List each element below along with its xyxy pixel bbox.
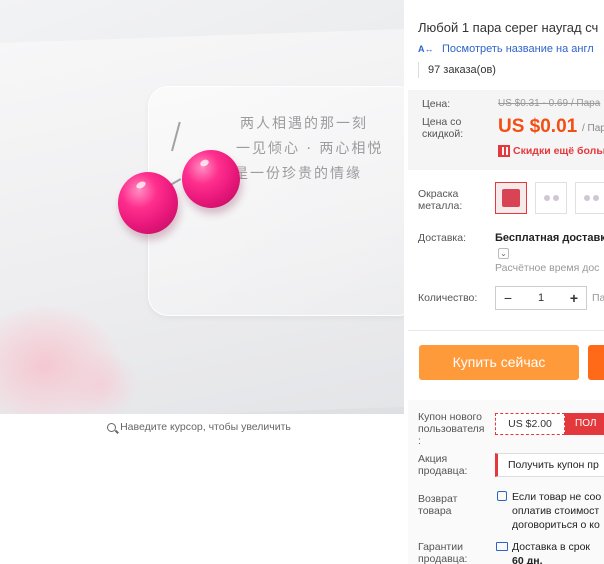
zoom-hint-text: Наведите курсор, чтобы увеличить <box>120 421 291 433</box>
quantity-input[interactable]: 1 <box>520 292 562 304</box>
image-poem-line: 两人相遇的那一刻 <box>240 116 368 132</box>
image-poem-line: 是一份珍贵的情缘 <box>234 166 362 182</box>
color-swatch-selected[interactable] <box>495 182 527 214</box>
shipping-option: Доставка: Бесплатная доставк ⌄ Расчётное… <box>404 232 604 278</box>
quantity-option: Количество: − 1 + Па <box>404 286 604 312</box>
earring-ball <box>118 172 178 234</box>
get-coupon-button[interactable]: ПОЛ <box>565 413 604 435</box>
divider <box>408 330 604 331</box>
original-price: US $0.31 - 0.69 / Пара <box>498 98 601 109</box>
more-discounts-link[interactable]: Скидки ещё больш <box>513 145 604 157</box>
shipping-label: Доставка: <box>418 232 467 244</box>
price-unit: / Пар <box>582 123 604 134</box>
quantity-increase-button[interactable]: + <box>562 287 586 309</box>
discount-price: US $0.01 <box>498 116 578 137</box>
metal-color-option: Окраска металла: <box>404 182 604 222</box>
image-poem-line: 一见倾心 · 两心相悦 <box>236 141 384 157</box>
truck-icon <box>496 542 508 551</box>
coupon-value: US $2.00 <box>495 413 565 435</box>
seller-promo-label: Акция продавца: <box>418 453 468 477</box>
add-to-cart-button[interactable] <box>588 345 604 380</box>
metal-color-label: Окраска металла: <box>418 188 463 212</box>
seller-coupon-button[interactable]: Получить купон пр <box>495 453 604 477</box>
image-pink-fabric <box>60 350 140 414</box>
price-section: Цена: US $0.31 - 0.69 / Пара Цена со ски… <box>408 90 604 170</box>
discount-price-label: Цена со скидкой: <box>422 116 464 140</box>
swatch-image <box>544 195 560 203</box>
shipping-method[interactable]: Бесплатная доставк <box>495 232 604 244</box>
chevron-down-icon[interactable]: ⌄ <box>498 248 509 259</box>
return-policy-icon <box>497 491 507 501</box>
zoom-hint: Наведите курсор, чтобы увеличить <box>0 414 398 440</box>
earring-ball <box>182 150 240 208</box>
translate-link-text[interactable]: Посмотреть название на англ <box>442 43 594 55</box>
buy-now-button[interactable]: Купить сейчас <box>419 345 579 380</box>
price-label: Цена: <box>422 98 451 110</box>
product-info-panel: Любой 1 пара серег наугад сч A↔ Посмотре… <box>404 0 604 564</box>
seller-guarantee-text: Доставка в срок 60 дн. <box>512 541 591 564</box>
stock-info: Па <box>592 292 604 304</box>
delivery-estimate: Расчётное время дос <box>495 262 600 274</box>
quantity-stepper: − 1 + <box>495 286 587 310</box>
quantity-label: Количество: <box>418 292 478 304</box>
qr-code-icon <box>498 145 510 157</box>
quantity-decrease-button[interactable]: − <box>496 287 520 309</box>
color-swatch[interactable] <box>575 182 604 214</box>
new-user-coupon-label: Купон нового пользователя : <box>418 411 485 447</box>
swatch-image <box>584 195 600 203</box>
color-swatch[interactable] <box>535 182 567 214</box>
return-policy-label: Возврат товара <box>418 493 458 517</box>
translate-icon: A↔ <box>418 44 434 54</box>
swatch-image <box>502 189 520 207</box>
return-policy-text: Если товар не соо оплатив стоимост догов… <box>512 491 602 531</box>
product-title: Любой 1 пара серег наугад сч <box>418 20 599 35</box>
orders-count: 97 заказа(ов) <box>418 62 496 78</box>
product-image[interactable]: 两人相遇的那一刻 一见倾心 · 两心相悦 是一份珍贵的情缘 <box>0 0 404 414</box>
magnifier-icon <box>107 422 117 432</box>
seller-guarantee-label: Гарантии продавца: <box>418 541 468 564</box>
translate-title-link[interactable]: A↔ Посмотреть название на англ <box>418 43 594 55</box>
